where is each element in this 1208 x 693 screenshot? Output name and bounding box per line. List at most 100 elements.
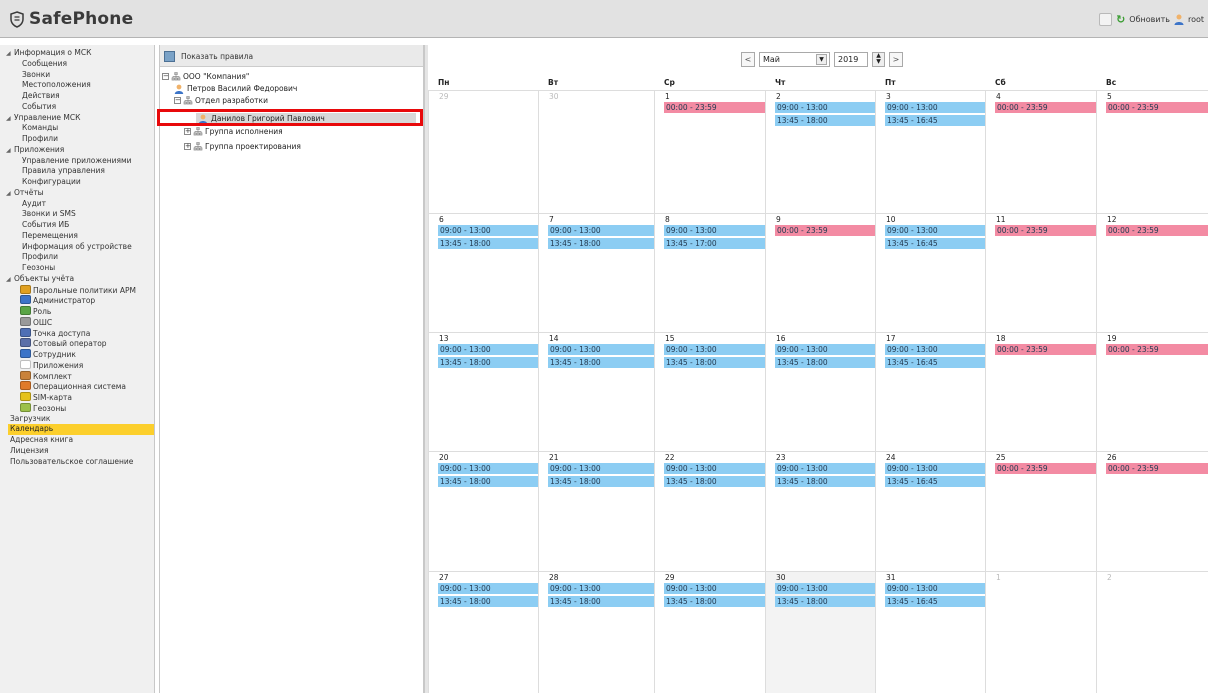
nav-item-7[interactable]: Команды [22, 123, 58, 134]
calendar-day-cell[interactable]: 10 09:00 - 13:00 13:45 - 16:45 [875, 213, 985, 332]
calendar-day-cell[interactable]: 6 09:00 - 13:00 13:45 - 18:00 [428, 213, 538, 332]
work-time-slot[interactable]: 09:00 - 13:00 [885, 102, 985, 113]
work-time-slot[interactable]: 09:00 - 13:00 [438, 344, 538, 355]
nav-item-2[interactable]: Звонки [22, 70, 50, 81]
nav-item-22[interactable]: Парольные политики АРМ [20, 284, 136, 296]
calendar-day-cell[interactable]: 21 09:00 - 13:00 13:45 - 18:00 [538, 451, 654, 571]
search-icon[interactable] [1099, 13, 1113, 26]
nav-item-31[interactable]: Операционная система [20, 381, 126, 392]
nav-item-38[interactable]: Пользовательское соглашение [10, 457, 133, 468]
nav-section-6[interactable]: ◢ Управление МСК [6, 113, 80, 124]
work-time-slot[interactable]: 13:45 - 18:00 [438, 596, 538, 607]
nav-item-17[interactable]: Перемещения [22, 231, 78, 242]
nav-section-13[interactable]: ◢ Отчёты [6, 188, 44, 199]
nav-item-25[interactable]: ОШС [20, 316, 52, 328]
month-select[interactable]: Май ▼ [759, 52, 830, 67]
off-day-slot[interactable]: 00:00 - 23:59 [1106, 463, 1208, 474]
calendar-day-cell[interactable]: 28 09:00 - 13:00 13:45 - 18:00 [538, 571, 654, 693]
calendar-day-cell[interactable]: 27 09:00 - 13:00 13:45 - 18:00 [428, 571, 538, 693]
next-month-button[interactable]: > [889, 52, 903, 67]
work-time-slot[interactable]: 09:00 - 13:00 [438, 225, 538, 236]
calendar-day-cell[interactable]: 25 00:00 - 23:59 [985, 451, 1096, 571]
work-time-slot[interactable]: 13:45 - 17:00 [664, 238, 765, 249]
work-time-slot[interactable]: 09:00 - 13:00 [775, 344, 875, 355]
nav-item-12[interactable]: Конфигурации [22, 177, 81, 188]
work-time-slot[interactable]: 13:45 - 18:00 [548, 596, 654, 607]
calendar-day-cell[interactable]: 1 [985, 571, 1096, 693]
collapse-caret-icon[interactable]: ◢ [6, 275, 14, 286]
nav-item-18[interactable]: Информация об устройстве [22, 242, 132, 253]
year-input[interactable]: 2019 [834, 52, 868, 67]
off-day-slot[interactable]: 00:00 - 23:59 [1106, 102, 1208, 113]
work-time-slot[interactable]: 13:45 - 16:45 [885, 238, 985, 249]
work-time-slot[interactable]: 09:00 - 13:00 [885, 344, 985, 355]
collapse-caret-icon[interactable]: ◢ [6, 146, 14, 157]
calendar-day-cell[interactable]: 30 [538, 90, 654, 213]
work-time-slot[interactable]: 13:45 - 16:45 [885, 476, 985, 487]
off-day-slot[interactable]: 00:00 - 23:59 [995, 102, 1096, 113]
calendar-day-cell[interactable]: 5 00:00 - 23:59 [1096, 90, 1208, 213]
nav-item-27[interactable]: Сотовый оператор [20, 338, 107, 349]
work-time-slot[interactable]: 09:00 - 13:00 [548, 583, 654, 594]
off-day-slot[interactable]: 00:00 - 23:59 [1106, 225, 1208, 236]
calendar-day-cell[interactable]: 7 09:00 - 13:00 13:45 - 18:00 [538, 213, 654, 332]
tree-employee-node[interactable]: Петров Василий Федорович [174, 83, 297, 94]
nav-item-24[interactable]: Роль [20, 306, 51, 317]
nav-item-37[interactable]: Лицензия [10, 446, 49, 457]
collapse-caret-icon[interactable]: ◢ [6, 49, 14, 60]
calendar-day-cell[interactable]: 14 09:00 - 13:00 13:45 - 18:00 [538, 332, 654, 451]
work-time-slot[interactable]: 09:00 - 13:00 [438, 583, 538, 594]
collapse-caret-icon[interactable]: ◢ [6, 114, 14, 125]
calendar-day-cell[interactable]: 31 09:00 - 13:00 13:45 - 16:45 [875, 571, 985, 693]
work-time-slot[interactable]: 09:00 - 13:00 [885, 583, 985, 594]
calendar-day-cell[interactable]: 16 09:00 - 13:00 13:45 - 18:00 [765, 332, 875, 451]
collapse-icon[interactable]: − [162, 73, 169, 80]
work-time-slot[interactable]: 13:45 - 16:45 [885, 596, 985, 607]
work-time-slot[interactable]: 09:00 - 13:00 [775, 583, 875, 594]
calendar-day-cell[interactable]: 2 09:00 - 13:00 13:45 - 18:00 [765, 90, 875, 213]
work-time-slot[interactable]: 13:45 - 18:00 [438, 476, 538, 487]
calendar-day-cell[interactable]: 2 [1096, 571, 1208, 693]
work-time-slot[interactable]: 13:45 - 18:00 [438, 357, 538, 368]
tree-org-node[interactable]: − ООО "Компания" [162, 71, 249, 82]
nav-section-21[interactable]: ◢ Объекты учёта [6, 274, 74, 285]
work-time-slot[interactable]: 09:00 - 13:00 [664, 583, 765, 594]
calendar-day-cell[interactable]: 13 09:00 - 13:00 13:45 - 18:00 [428, 332, 538, 451]
collapse-icon[interactable]: − [174, 97, 181, 104]
nav-section-0[interactable]: ◢ Информация о МСК [6, 48, 91, 59]
nav-item-11[interactable]: Правила управления [22, 166, 105, 177]
tree-org-node[interactable]: + Группа исполнения [184, 126, 283, 137]
work-time-slot[interactable]: 13:45 - 18:00 [775, 476, 875, 487]
nav-item-5[interactable]: События [22, 102, 56, 113]
calendar-day-cell[interactable]: 29 [428, 90, 538, 213]
prev-month-button[interactable]: < [741, 52, 755, 67]
work-time-slot[interactable]: 13:45 - 18:00 [664, 476, 765, 487]
calendar-day-cell[interactable]: 29 09:00 - 13:00 13:45 - 18:00 [654, 571, 765, 693]
work-time-slot[interactable]: 09:00 - 13:00 [775, 102, 875, 113]
nav-item-20[interactable]: Геозоны [22, 263, 55, 274]
off-day-slot[interactable]: 00:00 - 23:59 [995, 344, 1096, 355]
work-time-slot[interactable]: 13:45 - 18:00 [438, 238, 538, 249]
nav-item-16[interactable]: События ИБ [22, 220, 69, 231]
nav-item-32[interactable]: SIM-карта [20, 392, 72, 403]
work-time-slot[interactable]: 13:45 - 18:00 [548, 238, 654, 249]
nav-item-19[interactable]: Профили [22, 252, 58, 263]
work-time-slot[interactable]: 09:00 - 13:00 [548, 225, 654, 236]
work-time-slot[interactable]: 13:45 - 18:00 [775, 596, 875, 607]
nav-item-3[interactable]: Местоположения [22, 80, 91, 91]
nav-item-15[interactable]: Звонки и SMS [22, 209, 76, 220]
collapse-caret-icon[interactable]: ◢ [6, 189, 14, 200]
nav-section-9[interactable]: ◢ Приложения [6, 145, 64, 156]
show-rules-button[interactable]: Показать правила [164, 50, 253, 62]
work-time-slot[interactable]: 13:45 - 18:00 [548, 357, 654, 368]
calendar-day-cell[interactable]: 26 00:00 - 23:59 [1096, 451, 1208, 571]
calendar-day-cell[interactable]: 17 09:00 - 13:00 13:45 - 16:45 [875, 332, 985, 451]
nav-item-33[interactable]: Геозоны [20, 402, 66, 414]
calendar-day-cell[interactable]: 18 00:00 - 23:59 [985, 332, 1096, 451]
nav-item-28[interactable]: Сотрудник [20, 349, 76, 360]
work-time-slot[interactable]: 09:00 - 13:00 [664, 344, 765, 355]
work-time-slot[interactable]: 13:45 - 18:00 [775, 357, 875, 368]
nav-item-10[interactable]: Управление приложениями [22, 156, 132, 167]
refresh-button[interactable]: Обновить [1129, 15, 1170, 24]
nav-item-8[interactable]: Профили [22, 134, 58, 145]
